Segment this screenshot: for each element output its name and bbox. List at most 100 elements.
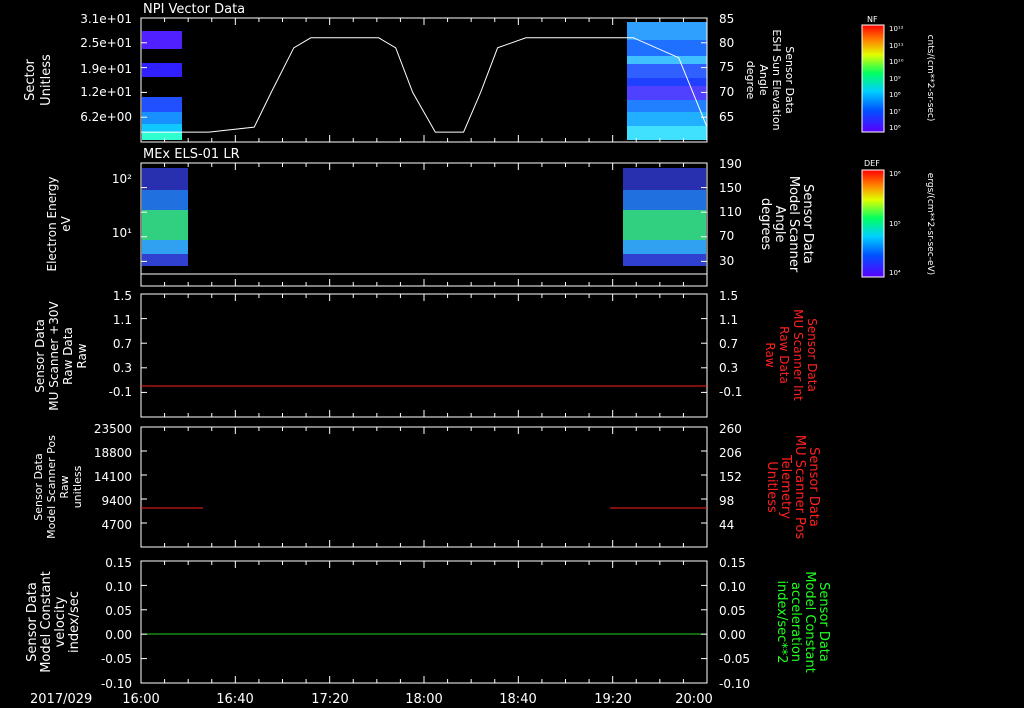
- p3-right-tick: 0.7: [719, 337, 738, 351]
- p1-left-tick: 1.2e+01: [80, 85, 132, 99]
- p3-left-axis-label: Raw Data: [61, 327, 75, 385]
- p1-block: [627, 22, 707, 40]
- p5-right-tick: 0.10: [719, 580, 746, 594]
- date-label: 2017/029: [30, 692, 92, 707]
- p2-block: [142, 240, 188, 254]
- p5-left-axis-label: index/sec: [67, 591, 82, 653]
- def-colorbar-tick: 10⁴: [889, 269, 901, 277]
- p3-left-tick: 0.7: [113, 337, 132, 351]
- nf-colorbar-gradient: [861, 24, 885, 133]
- p5-right-axis-label: index/sec**2: [774, 580, 789, 663]
- p2-block: [142, 254, 188, 266]
- p4-right-axis-label: Telemetry: [778, 454, 793, 519]
- p1-block: [142, 112, 182, 124]
- p1-left-tick: 3.1e+01: [80, 12, 132, 26]
- p1-block: [142, 97, 182, 112]
- p5-left-tick: 0.15: [105, 556, 132, 570]
- p5-right-tick: 0.00: [719, 628, 746, 642]
- p3-right-axis-label: Raw: [763, 342, 777, 367]
- p4-right-tick: 206: [719, 446, 742, 460]
- p3-left-axis-label: Sensor Data: [33, 319, 47, 393]
- p1-block: [627, 78, 707, 86]
- panel2-spectrogram: [142, 168, 706, 266]
- def-colorbar-tick: 10⁵: [889, 220, 901, 228]
- p3-left-tick: -0.1: [109, 385, 132, 399]
- panel4-frame: [140, 426, 708, 548]
- p2-right-tick: 110: [719, 205, 742, 219]
- p2-left-axis-label: Electron Energy: [45, 176, 59, 271]
- p5-right-axis-label: Model Constant: [802, 571, 817, 673]
- p1-left-axis-label: Unitless: [39, 54, 54, 106]
- p3-right-axis-label: MU Scanner Int: [791, 309, 805, 401]
- p1-block: [142, 31, 182, 49]
- p1-right-tick: 80: [719, 36, 734, 50]
- nf-colorbar-tick: 10⁸: [889, 91, 901, 99]
- p4-right-tick: 260: [719, 422, 742, 436]
- p4-left-tick: 14100: [94, 470, 132, 484]
- p3-right-tick: 1.1: [719, 313, 738, 327]
- p1-right-axis-label: Sensor Data: [783, 46, 796, 113]
- p4-right-axis-label: Sensor Data: [806, 447, 821, 527]
- p2-block: [142, 168, 188, 190]
- p1-left-tick: 6.2e+00: [80, 110, 132, 124]
- p5-left-tick: -0.10: [101, 677, 132, 691]
- p2-block: [623, 254, 706, 266]
- x-tick-label: 16:40: [216, 692, 253, 707]
- p1-block: [627, 100, 707, 112]
- panel1-frame: [140, 17, 708, 143]
- p2-block: [142, 190, 188, 210]
- p2-block: [142, 210, 188, 240]
- x-tick-label: 18:00: [405, 692, 442, 707]
- p4-left-tick: 18800: [94, 446, 132, 460]
- nf-colorbar-tick: 10⁹: [889, 75, 901, 83]
- p1-right-tick: 75: [719, 60, 734, 74]
- p1-block: [627, 64, 707, 78]
- p3-left-axis-label: Raw: [75, 343, 89, 368]
- p1-block: [627, 40, 707, 56]
- p3-right-axis-label: Sensor Data: [805, 318, 819, 392]
- p1-left-tick: 1.9e+01: [80, 62, 132, 76]
- p3-right-tick: -0.1: [719, 385, 742, 399]
- p1-right-tick: 65: [719, 110, 734, 124]
- p2-right-tick: 150: [719, 181, 742, 195]
- p1-block: [142, 63, 182, 77]
- p4-right-tick: 44: [719, 518, 734, 532]
- def-colorbar-unit: ergs/(cm**2-sr-sec-eV): [925, 173, 935, 275]
- nf-colorbar-tick: 10⁷: [889, 108, 901, 116]
- p3-left-axis-label: MU Scanner +30V: [47, 301, 61, 411]
- panel1-spectrogram: [142, 22, 707, 140]
- p4-right-tick: 152: [719, 470, 742, 484]
- p2-right-axis-label: degrees: [758, 198, 773, 251]
- p5-left-axis-label: velocity: [53, 596, 68, 647]
- p5-right-tick: 0.15: [719, 556, 746, 570]
- p2-left-tick: 10¹: [112, 226, 132, 240]
- nf-colorbar-tick: 10¹²: [889, 25, 904, 33]
- p4-left-tick: 9400: [101, 494, 132, 508]
- p4-left-axis-label: Model Scanner Pos: [45, 435, 58, 539]
- p3-left-tick: 0.3: [113, 361, 132, 375]
- p4-left-axis-label: unitless: [71, 465, 84, 508]
- x-tick-label: 19:20: [594, 692, 631, 707]
- p5-left-tick: -0.05: [101, 652, 132, 666]
- p1-right-axis-label: degree: [744, 61, 757, 100]
- p2-block: [623, 240, 706, 254]
- p3-right-tick: 0.3: [719, 361, 738, 375]
- p2-left-tick: 10²: [112, 172, 132, 186]
- p5-right-tick: 0.05: [719, 604, 746, 618]
- p1-right-tick: 70: [719, 85, 734, 99]
- panel2-frame: [140, 162, 708, 287]
- p5-right-tick: -0.05: [719, 652, 750, 666]
- p3-right-axis-label: Raw Data: [777, 326, 791, 384]
- p3-right-tick: 1.5: [719, 289, 738, 303]
- panel1-title: NPI Vector Data: [143, 2, 245, 17]
- axis-ticks: [140, 17, 708, 684]
- p5-left-tick: 0.00: [105, 628, 132, 642]
- p2-right-tick: 70: [719, 229, 734, 243]
- p5-right-axis-label: acceleration: [788, 582, 803, 662]
- p1-left-axis-label: Sector: [23, 58, 38, 100]
- x-tick-label: 18:40: [499, 692, 536, 707]
- p5-left-tick: 0.10: [105, 580, 132, 594]
- p1-block: [142, 132, 182, 140]
- p1-right-axis-label: ESH Sun Elevation: [770, 29, 783, 130]
- def-colorbar-gradient: [861, 169, 885, 278]
